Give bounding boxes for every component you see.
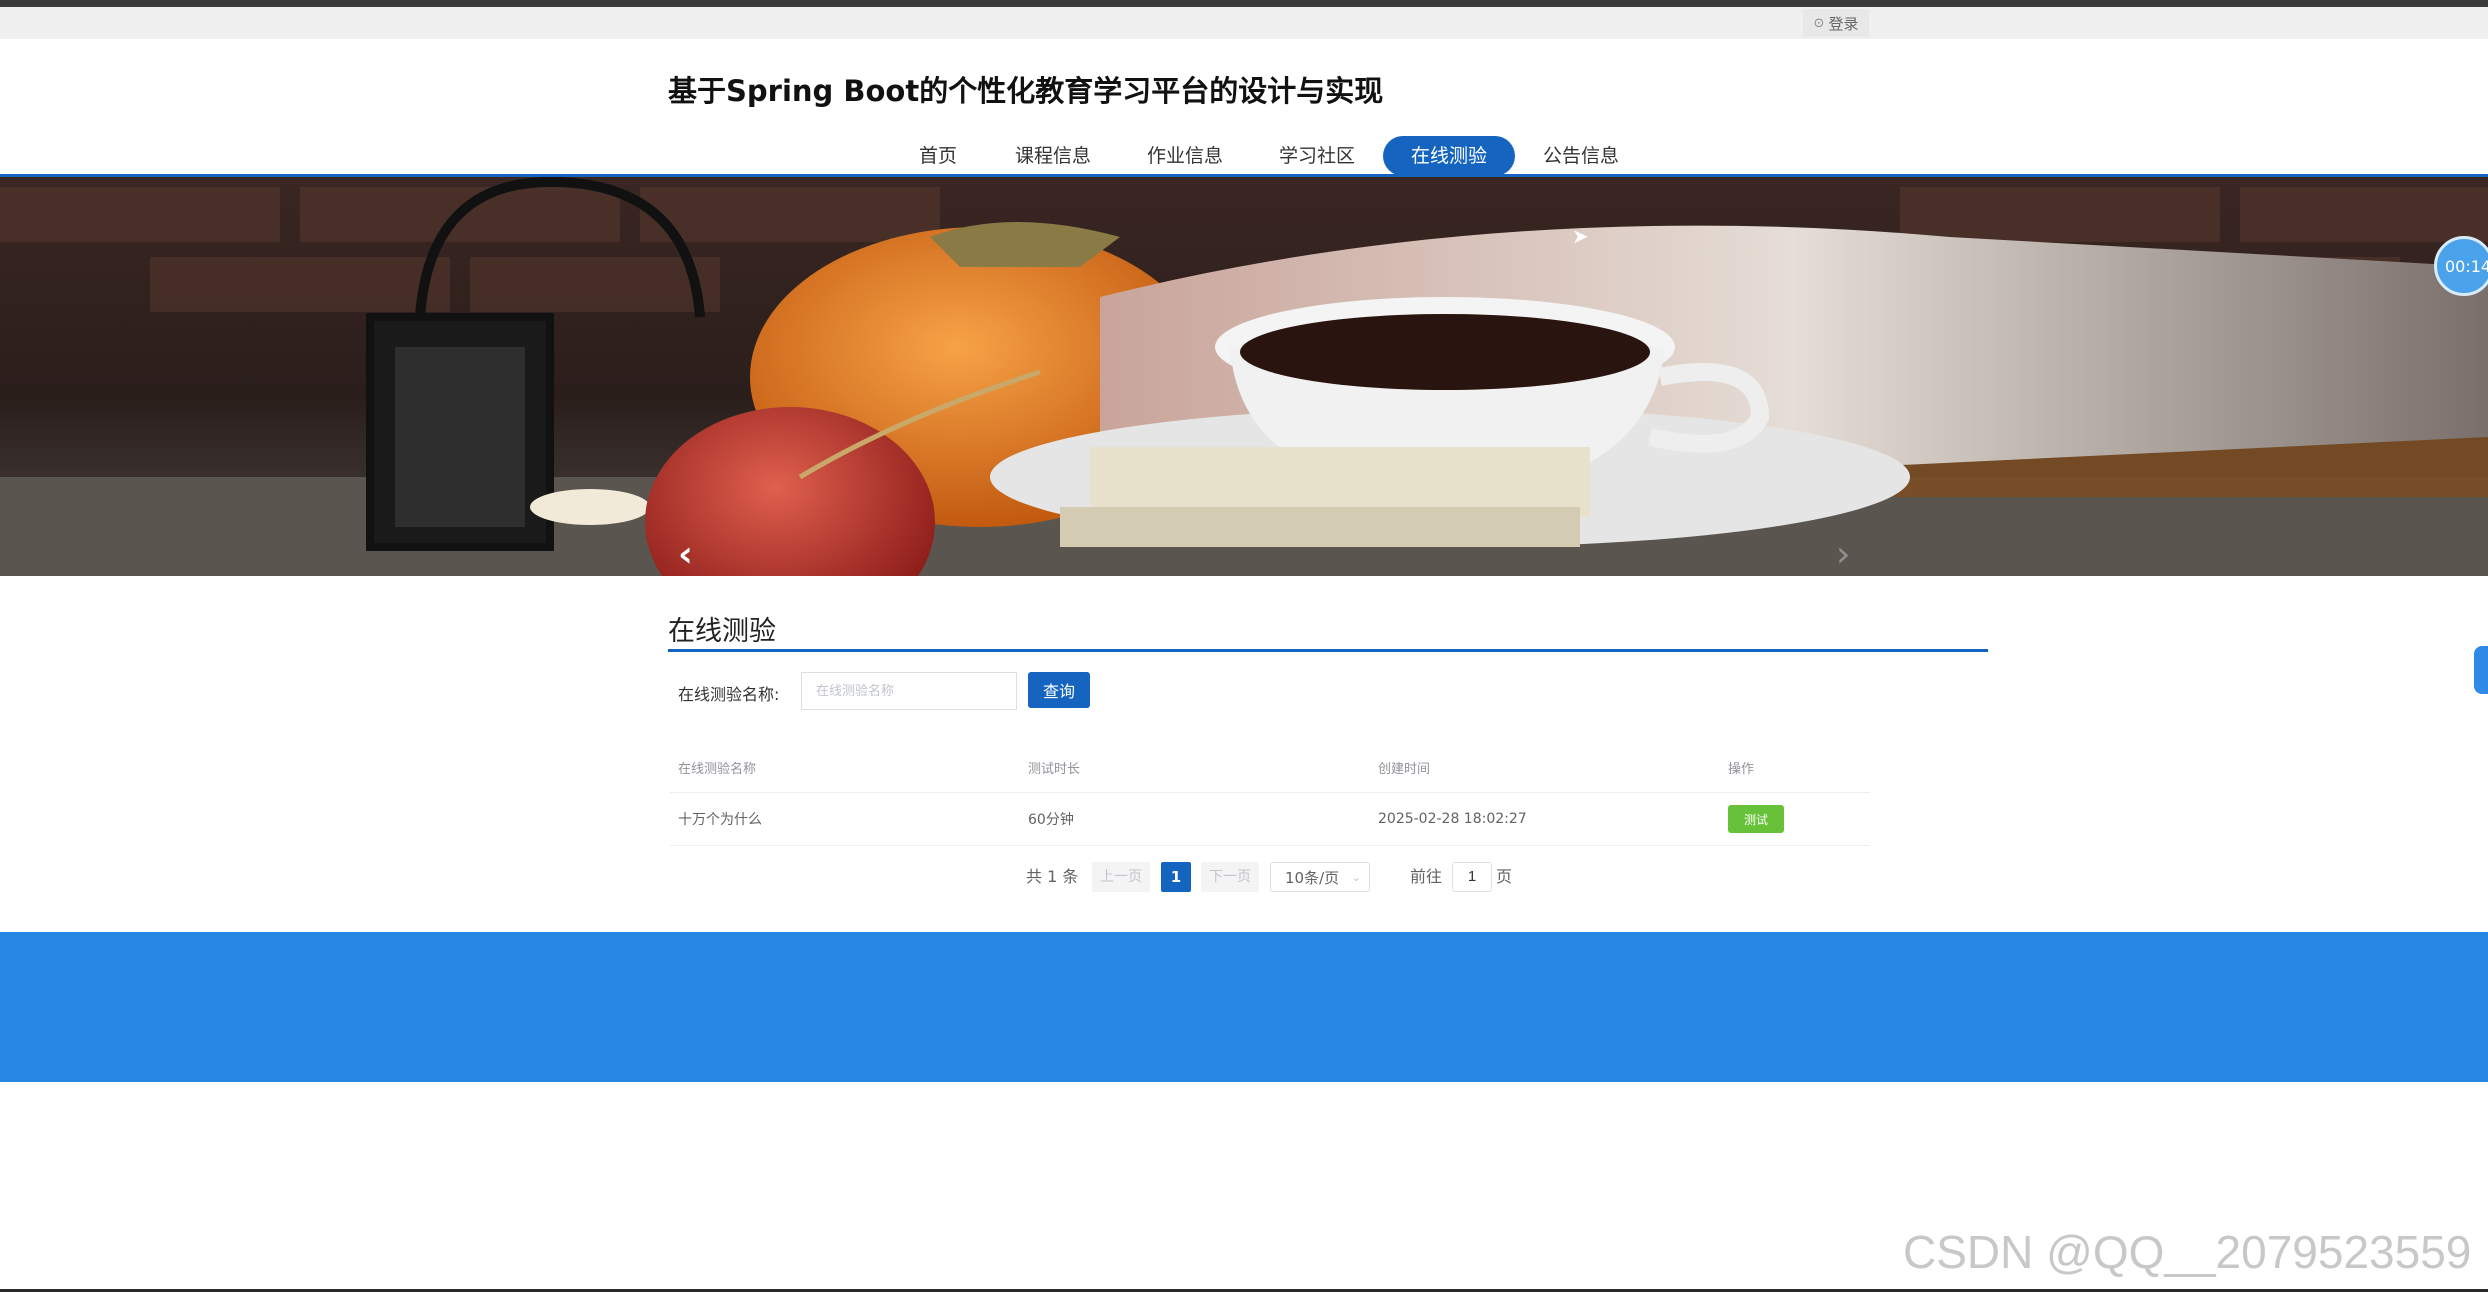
login-label: 登录 — [1828, 14, 1859, 33]
test-table: 在线测验名称 测试时长 创建时间 操作 十万个为什么 60分钟 2025-02-… — [670, 742, 1870, 846]
window-top-strip — [0, 0, 2488, 7]
page-size-select[interactable]: 10条/页 ⌄ — [1270, 862, 1370, 892]
top-toolbar — [0, 7, 2488, 39]
nav-item-announcements[interactable]: 公告信息 — [1534, 136, 1628, 176]
pagination-total: 共 1 条 — [1026, 867, 1079, 886]
pagination-next-button[interactable]: 下一页 — [1201, 862, 1259, 892]
carousel-banner: ‹ › — [0, 177, 2488, 576]
main-nav: 首页 课程信息 作业信息 学习社区 在线测验 公告信息 — [0, 136, 2488, 176]
section-divider — [668, 649, 1988, 652]
timer-badge: 00:14 — [2434, 236, 2488, 296]
search-label: 在线测验名称: — [678, 685, 780, 704]
site-title: 基于Spring Boot的个性化教育学习平台的设计与实现 — [668, 74, 1384, 108]
cell-test-name: 十万个为什么 — [678, 812, 762, 828]
carousel-next-icon[interactable]: › — [1836, 537, 1850, 573]
section-title: 在线测验 — [668, 616, 776, 647]
pagination-page-1[interactable]: 1 — [1161, 862, 1191, 892]
pagination: 共 1 条 上一页 1 下一页 10条/页 ⌄ 前往 页 — [0, 862, 2488, 894]
table-header-row: 在线测验名称 测试时长 创建时间 操作 — [670, 742, 1870, 793]
column-header-duration: 测试时长 — [1028, 761, 1081, 777]
page-footer — [0, 932, 2488, 1082]
start-test-button[interactable]: 测试 — [1728, 805, 1784, 833]
nav-item-community[interactable]: 学习社区 — [1270, 136, 1364, 176]
timer-text: 00:14 — [2445, 256, 2488, 276]
pagination-page-suffix: 页 — [1496, 867, 1513, 886]
side-float-tab[interactable] — [2474, 646, 2488, 694]
table-row: 十万个为什么 60分钟 2025-02-28 18:02:27 测试 — [670, 793, 1870, 846]
login-button[interactable]: ⊙ 登录 — [1803, 9, 1869, 37]
mouse-cursor-icon: ➤ — [1572, 224, 1589, 248]
cell-action: 测试 — [1728, 793, 1784, 845]
query-button[interactable]: 查询 — [1028, 672, 1090, 708]
cell-duration: 60分钟 — [1028, 812, 1074, 828]
page-size-value: 10条/页 — [1285, 869, 1340, 887]
column-header-created: 创建时间 — [1378, 761, 1431, 777]
banner-image — [0, 177, 2488, 576]
pagination-goto-label: 前往 — [1410, 867, 1443, 886]
column-header-name: 在线测验名称 — [678, 761, 757, 777]
carousel-prev-icon[interactable]: ‹ — [678, 537, 693, 573]
nav-item-courses[interactable]: 课程信息 — [1006, 136, 1100, 176]
pagination-prev-button[interactable]: 上一页 — [1092, 862, 1150, 892]
nav-item-online-test[interactable]: 在线测验 — [1383, 136, 1515, 176]
test-name-search-input[interactable] — [801, 672, 1017, 710]
chevron-down-icon: ⌄ — [1351, 871, 1361, 884]
user-circle-icon: ⊙ — [1813, 15, 1825, 31]
watermark: CSDN @QQ__2079523559 — [1903, 1226, 2472, 1278]
nav-item-home[interactable]: 首页 — [905, 136, 971, 176]
pagination-goto-input[interactable] — [1452, 862, 1492, 892]
nav-item-homework[interactable]: 作业信息 — [1138, 136, 1232, 176]
column-header-action: 操作 — [1728, 761, 1755, 777]
cell-created-time: 2025-02-28 18:02:27 — [1378, 811, 1527, 827]
